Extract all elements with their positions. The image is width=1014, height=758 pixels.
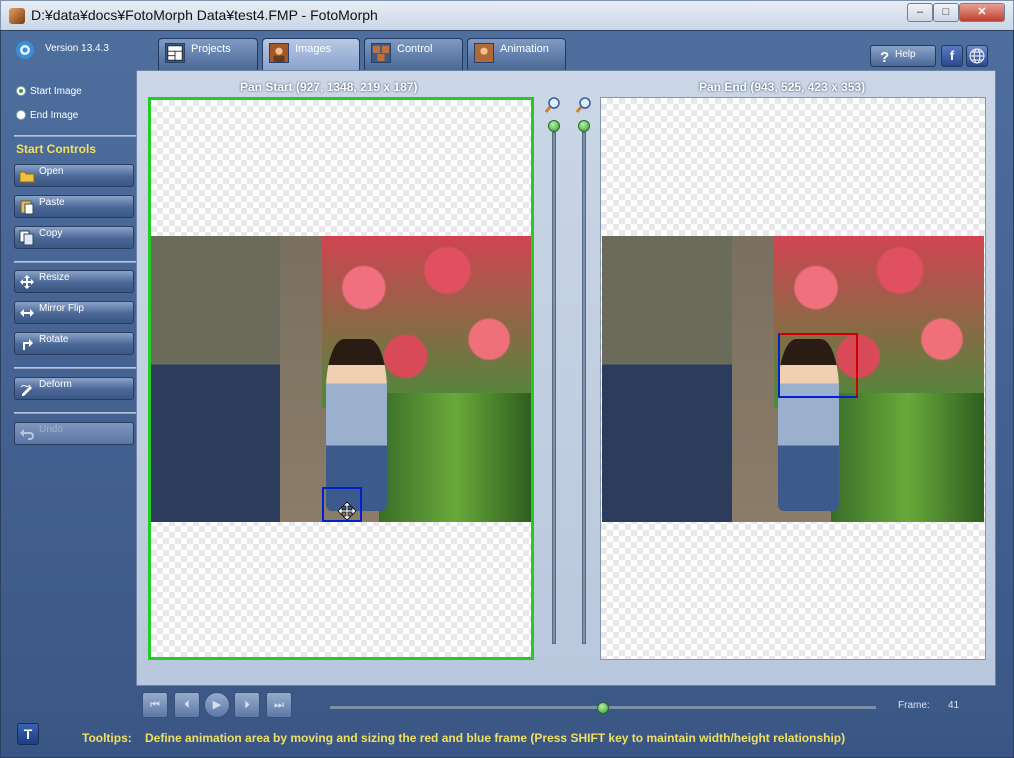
tab-control[interactable]: Control <box>364 38 463 70</box>
mirror-flip-button[interactable]: Mirror Flip <box>14 301 134 324</box>
help-button[interactable]: ? Help <box>870 45 936 67</box>
copy-label: Copy <box>39 228 63 239</box>
tooltips-label: Tooltips: <box>82 731 132 745</box>
grid-icon <box>165 43 185 63</box>
fotomorph-logo-icon <box>16 41 34 59</box>
tab-animation[interactable]: Animation <box>467 38 566 70</box>
tab-control-label: Control <box>397 43 433 55</box>
globe-icon <box>969 48 985 64</box>
paste-button[interactable]: Paste <box>14 195 134 218</box>
folder-open-icon <box>19 171 35 183</box>
deform-icon <box>20 384 32 396</box>
open-label: Open <box>39 166 64 177</box>
facebook-button[interactable]: f <box>941 45 963 67</box>
facebook-icon: f <box>949 48 955 63</box>
zoom-end-slider[interactable] <box>582 132 586 644</box>
frame-value: 41 <box>948 700 960 711</box>
rotate-icon <box>23 339 33 350</box>
paste-label: Paste <box>39 197 65 208</box>
radio-end-image[interactable]: End Image <box>16 108 78 122</box>
last-frame-button[interactable]: ⏭ <box>266 692 292 718</box>
svg-text:?: ? <box>880 49 889 64</box>
app-icon <box>9 8 25 24</box>
frame-label: Frame: <box>898 700 930 711</box>
start-image <box>151 236 531 522</box>
move-arrows-icon <box>20 275 34 289</box>
tab-projects[interactable]: Projects <box>158 38 258 70</box>
horizontal-arrows-icon <box>20 309 34 317</box>
tooltips-text: Define animation area by moving and sizi… <box>145 731 846 745</box>
tab-animation-label: Animation <box>500 43 549 55</box>
morph-pair-icon <box>371 43 391 63</box>
zoom-end-icon[interactable] <box>575 96 593 114</box>
tab-images-label: Images <box>295 43 332 55</box>
version-label: Version 13.4.3 <box>45 43 109 54</box>
undo-label: Undo <box>39 424 63 435</box>
paste-icon <box>20 200 34 215</box>
zoom-start-icon[interactable] <box>544 96 562 114</box>
radio-unselected-icon <box>16 110 26 120</box>
first-frame-button[interactable]: ⏮ <box>142 692 168 718</box>
animation-icon <box>474 43 494 63</box>
radio-start-image[interactable]: Start Image <box>16 84 82 98</box>
divider <box>14 367 138 369</box>
rotate-button[interactable]: Rotate <box>14 332 134 355</box>
pan-end-frame[interactable] <box>778 333 858 398</box>
tooltips-toggle-button[interactable]: T <box>17 723 39 745</box>
deform-button[interactable]: Deform <box>14 377 134 400</box>
divider <box>14 412 138 414</box>
zoom-end-knob[interactable] <box>578 120 590 132</box>
pan-end-title: Pan End (943, 525, 423 x 353) <box>699 80 866 94</box>
mirror-label: Mirror Flip <box>39 303 84 314</box>
title-bar: D:¥data¥docs¥FotoMorph Data¥test4.FMP - … <box>0 0 1014 30</box>
previous-frame-button[interactable]: ⏴ <box>174 692 200 718</box>
radio-end-label: End Image <box>30 109 79 121</box>
tab-images[interactable]: Images <box>262 38 360 70</box>
next-frame-button[interactable]: ⏵ <box>234 692 260 718</box>
zoom-start-slider[interactable] <box>552 132 556 644</box>
portrait-icon <box>269 43 289 63</box>
window-title: D:¥data¥docs¥FotoMorph Data¥test4.FMP - … <box>31 7 378 23</box>
open-button[interactable]: Open <box>14 164 134 187</box>
undo-button[interactable]: Undo <box>14 422 134 445</box>
divider <box>14 261 138 263</box>
minimize-button[interactable]: ‒ <box>907 3 933 22</box>
play-button[interactable]: ▶ <box>204 692 230 718</box>
copy-button[interactable]: Copy <box>14 226 134 249</box>
section-title: Start Controls <box>16 142 97 156</box>
tab-projects-label: Projects <box>191 43 231 55</box>
rotate-label: Rotate <box>39 334 69 345</box>
question-icon: ? <box>880 49 889 64</box>
website-button[interactable] <box>966 45 988 67</box>
copy-icon <box>19 230 34 246</box>
radio-selected-icon <box>16 86 26 96</box>
zoom-start-knob[interactable] <box>548 120 560 132</box>
radio-start-label: Start Image <box>30 85 82 97</box>
sidebar: Version 13.4.3 Start Image End Image Sta… <box>6 32 138 748</box>
close-button[interactable]: ✕ <box>959 3 1005 22</box>
pan-start-title: Pan Start (927, 1348, 219 x 187) <box>240 80 418 94</box>
resize-button[interactable]: Resize <box>14 270 134 293</box>
move-cursor-icon <box>337 501 357 521</box>
undo-icon <box>20 429 34 440</box>
resize-label: Resize <box>39 272 70 283</box>
help-label: Help <box>895 49 916 60</box>
divider <box>14 135 138 137</box>
maximize-button[interactable]: □ <box>933 3 959 22</box>
deform-label: Deform <box>39 379 72 390</box>
frame-slider-knob[interactable] <box>597 702 609 714</box>
